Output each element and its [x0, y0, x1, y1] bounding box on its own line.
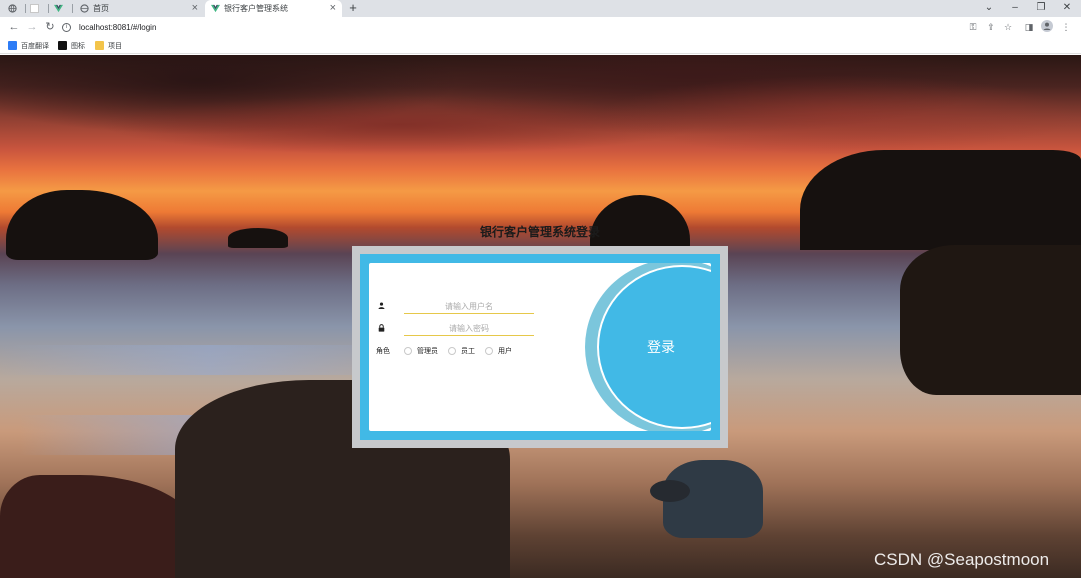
blank-page-icon	[30, 4, 39, 13]
restore-button[interactable]: ❐	[1028, 0, 1054, 17]
rock	[228, 228, 288, 248]
site-info-icon[interactable]: i	[62, 22, 71, 32]
role-radio-user[interactable]: 用户	[485, 346, 512, 356]
tab-favicon-vue[interactable]	[52, 0, 69, 17]
vue-logo-icon	[54, 4, 63, 13]
new-tab-button[interactable]: +	[346, 0, 360, 17]
role-option-label: 员工	[461, 348, 475, 355]
profile-avatar-icon[interactable]	[1040, 20, 1054, 34]
key-icon[interactable]: ⚿	[966, 20, 980, 34]
star-icon[interactable]: ☆	[1001, 20, 1015, 34]
watermark: CSDN @Seapostmoon	[874, 550, 1050, 569]
bookmarks-bar: 百度翻译 图标 项目	[0, 37, 1081, 54]
browser-toolbar: ← → ↻ i localhost:8081/#/login ⚿ ⇪ ☆ ◨ ⋮	[0, 17, 1081, 37]
rock	[6, 190, 158, 260]
login-button[interactable]: 登录	[619, 263, 703, 431]
page-title: 银行客户管理系统登录	[479, 225, 600, 239]
side-panel-icon[interactable]: ◨	[1022, 20, 1036, 34]
back-arrow-icon[interactable]: ←	[6, 19, 22, 35]
address-bar[interactable]: i localhost:8081/#/login	[62, 19, 962, 35]
close-tab-icon[interactable]: ×	[192, 2, 198, 14]
radio-circle[interactable]	[485, 347, 493, 355]
radio-circle[interactable]	[404, 347, 412, 355]
bookmark-icons[interactable]: 图标	[58, 39, 85, 52]
user-icon	[376, 302, 386, 312]
role-selector: 角色 管理员 员工 用户	[376, 345, 522, 357]
translate-icon	[8, 41, 17, 50]
tab-search-chevron-icon[interactable]: ⌄	[976, 0, 1002, 17]
login-frame: 角色 管理员 员工 用户 登录	[360, 254, 720, 440]
rock	[0, 475, 200, 578]
login-panel: 角色 管理员 员工 用户 登录	[369, 263, 711, 431]
role-radio-staff[interactable]: 员工	[448, 346, 475, 356]
close-window-button[interactable]: ✕	[1054, 0, 1080, 17]
close-tab-icon[interactable]: ×	[330, 2, 336, 14]
password-input[interactable]	[404, 321, 534, 336]
username-input[interactable]	[404, 299, 534, 314]
tab-label: 首页	[93, 4, 109, 13]
tab-label: 银行客户管理系统	[224, 4, 288, 13]
share-icon[interactable]: ⇪	[984, 20, 998, 34]
radio-circle[interactable]	[448, 347, 456, 355]
bookmark-label: 项目	[108, 42, 122, 50]
vue-logo-icon	[211, 4, 220, 13]
bookmark-folder-project[interactable]: 项目	[95, 39, 122, 52]
image-icon	[58, 41, 67, 50]
role-option-label: 管理员	[417, 348, 438, 355]
cliff	[800, 150, 1081, 250]
tab-strip: 首页 × 银行客户管理系统 × + ⌄ – ❐ ✕	[0, 0, 1081, 17]
username-row	[376, 299, 536, 315]
menu-kebab-icon[interactable]: ⋮	[1059, 20, 1073, 34]
bookmark-label: 图标	[71, 42, 85, 50]
role-label: 角色	[376, 348, 390, 355]
tab-favicon-globe[interactable]	[6, 0, 23, 17]
tab-home[interactable]: 首页 ×	[74, 0, 204, 17]
reload-icon[interactable]: ↻	[42, 19, 58, 35]
cliff	[900, 245, 1081, 395]
tab-bank-system[interactable]: 银行客户管理系统 ×	[205, 0, 342, 17]
login-card: 角色 管理员 员工 用户 登录	[352, 246, 728, 448]
bookmark-label: 百度翻译	[21, 42, 49, 50]
role-option-label: 用户	[498, 348, 512, 355]
role-radio-admin[interactable]: 管理员	[404, 346, 438, 356]
forward-arrow-icon[interactable]: →	[24, 19, 40, 35]
tab-favicon-blank[interactable]	[28, 0, 45, 17]
globe-icon	[80, 4, 89, 13]
minimize-button[interactable]: –	[1002, 0, 1028, 17]
bookmark-baidu-translate[interactable]: 百度翻译	[8, 39, 49, 52]
globe-icon	[8, 4, 17, 13]
lock-icon	[376, 324, 386, 334]
rock	[650, 480, 690, 502]
password-row	[376, 321, 536, 337]
cloud	[600, 75, 1080, 155]
address-text: localhost:8081/#/login	[79, 22, 157, 32]
folder-icon	[95, 41, 104, 50]
